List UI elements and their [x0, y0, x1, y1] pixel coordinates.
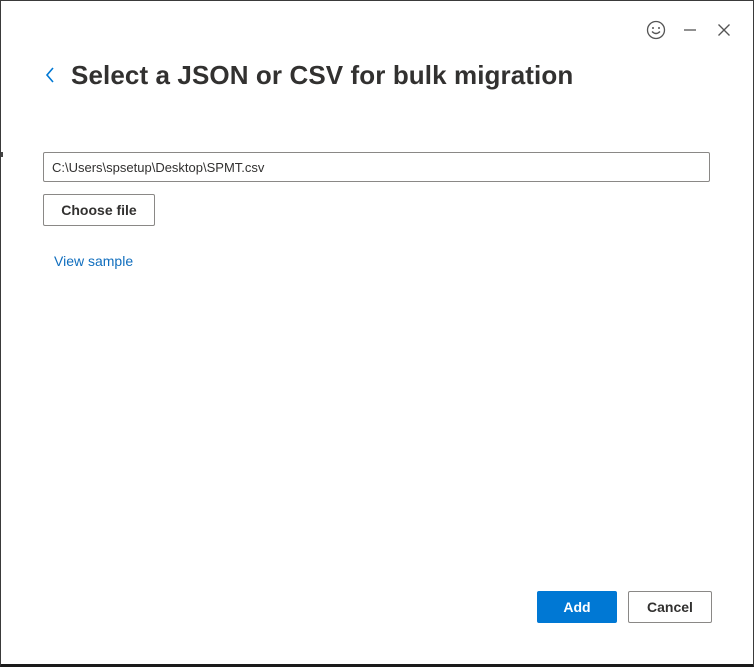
add-button[interactable]: Add [537, 591, 617, 623]
chevron-left-icon[interactable] [41, 57, 59, 93]
minimize-icon[interactable] [679, 19, 701, 41]
file-path-input[interactable] [43, 152, 710, 182]
dialog-window: Select a JSON or CSV for bulk migration … [0, 0, 754, 667]
window-controls [645, 19, 735, 41]
cancel-button[interactable]: Cancel [628, 591, 712, 623]
edge-mark [1, 152, 3, 157]
page-title: Select a JSON or CSV for bulk migration [71, 59, 574, 90]
close-icon[interactable] [713, 19, 735, 41]
view-sample-link[interactable]: View sample [54, 253, 133, 269]
smiley-icon[interactable] [645, 19, 667, 41]
choose-file-button[interactable]: Choose file [43, 194, 155, 226]
page-header: Select a JSON or CSV for bulk migration [41, 57, 573, 93]
